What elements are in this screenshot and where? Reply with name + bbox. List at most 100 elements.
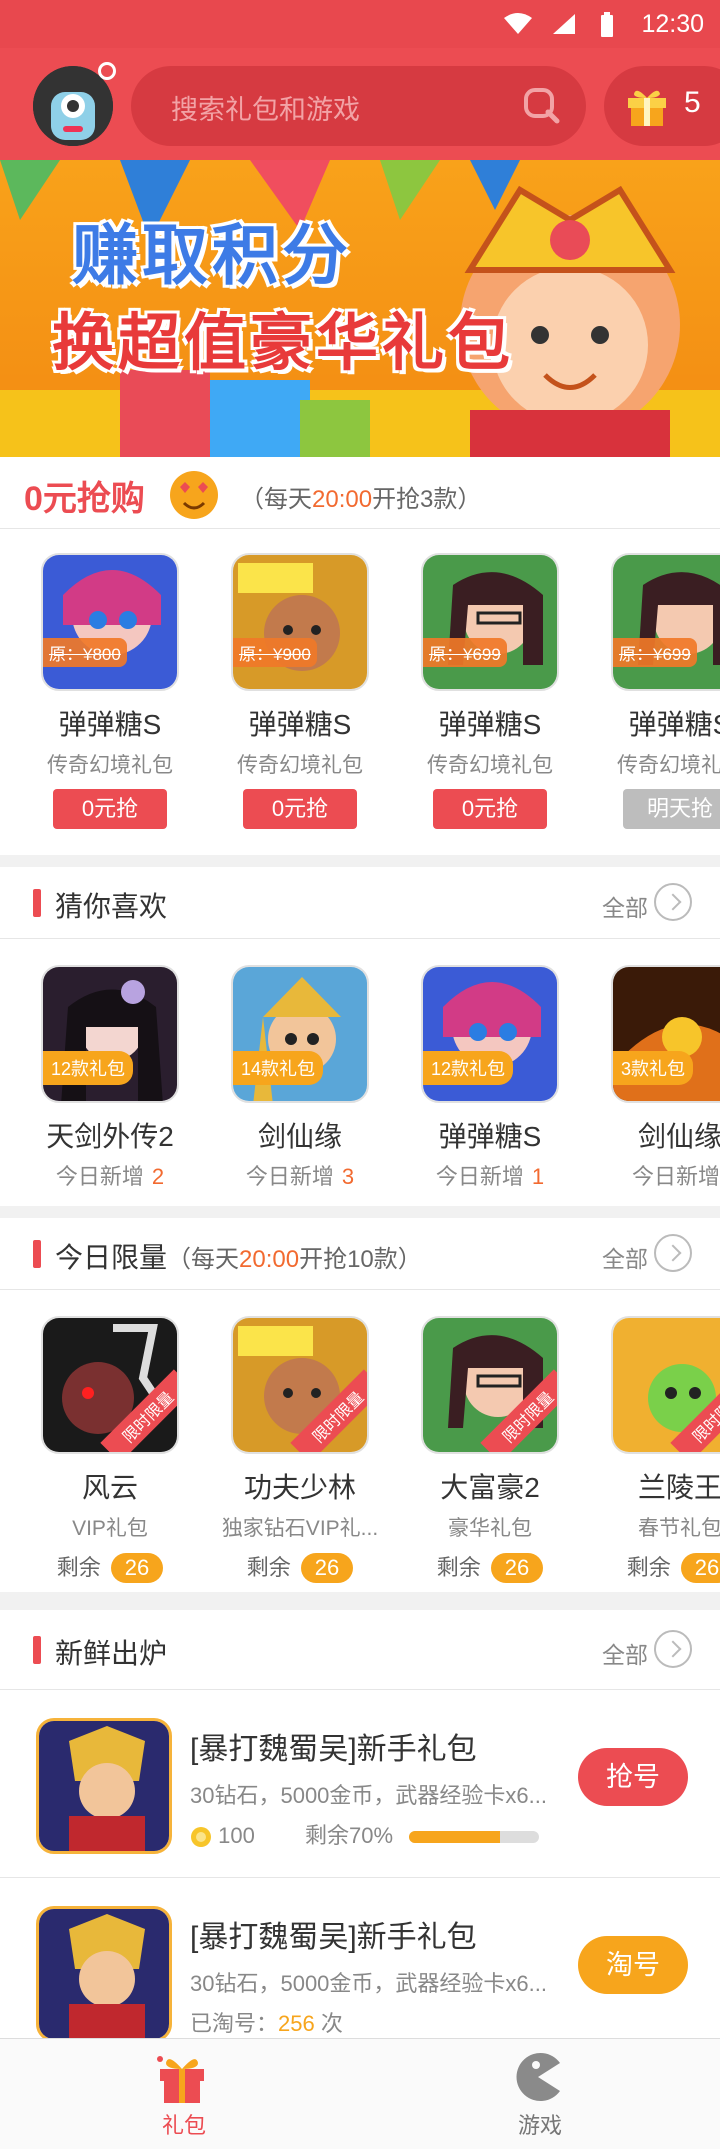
search-icon[interactable] bbox=[522, 86, 562, 126]
new-today: 今日新增 2 bbox=[55, 1164, 165, 1189]
chevron-right-icon[interactable] bbox=[654, 883, 692, 921]
zero-buy-header: 0元抢购 （每天20:00开抢3款） bbox=[0, 457, 720, 529]
game-icon: 原：¥699 bbox=[611, 553, 720, 691]
search-bar[interactable]: 搜索礼包和游戏 bbox=[131, 66, 586, 146]
taken-count: 已淘号：256 次 bbox=[190, 2011, 343, 2036]
remaining-percent: 剩余70% bbox=[304, 1823, 394, 1848]
guess-card[interactable]: 12款礼包 天剑外传2 今日新增 2 bbox=[15, 965, 205, 1191]
limited-card[interactable]: 限时限量 兰陵王 春节礼包 剩余 26 bbox=[585, 1316, 720, 1583]
game-name: 弹弹糖S bbox=[58, 709, 162, 740]
game-name: 剑仙缘 bbox=[257, 1121, 342, 1152]
remaining-count: 剩余 26 bbox=[205, 1550, 395, 1583]
gift-desc: 独家钻石VIP礼... bbox=[221, 1517, 379, 1540]
guess-card[interactable]: 12款礼包 弹弹糖S 今日新增 1 bbox=[395, 965, 585, 1191]
original-price: 原：¥900 bbox=[233, 638, 317, 667]
game-icon bbox=[36, 1718, 172, 1854]
game-icon: 原：¥699 bbox=[421, 553, 559, 691]
zero-buy-title: 0元抢购 bbox=[24, 480, 145, 518]
section-marker bbox=[33, 1636, 41, 1664]
gift-count-tag: 12款礼包 bbox=[423, 1051, 514, 1085]
pacman-icon bbox=[516, 2053, 560, 2101]
remaining-count: 剩余 26 bbox=[585, 1550, 720, 1583]
zero-buy-card[interactable]: 原：¥900 弹弹糖S 传奇幻境礼包 0元抢 bbox=[205, 553, 395, 829]
cell-signal-icon bbox=[553, 14, 575, 34]
banner-line2: 换超值豪华礼包 bbox=[52, 309, 515, 378]
game-icon: 原：¥900 bbox=[231, 553, 369, 691]
game-name: 风云 bbox=[81, 1472, 138, 1503]
view-all-link[interactable]: 全部 bbox=[602, 889, 648, 923]
gift-info: 30钻石，5000金币，武器经验卡x6... bbox=[190, 1971, 547, 1996]
tab-games[interactable]: 游戏 bbox=[440, 2039, 640, 2149]
zero-buy-card[interactable]: 原：¥699 弹弹糖S 传奇幻境礼包 0元抢 bbox=[395, 553, 585, 829]
gift-count-tag: 12款礼包 bbox=[43, 1051, 134, 1085]
game-name: 弹弹糖S bbox=[438, 709, 542, 740]
guess-card[interactable]: 14款礼包 剑仙缘 今日新增 3 bbox=[205, 965, 395, 1191]
chevron-right-icon[interactable] bbox=[654, 1630, 692, 1668]
new-today: 今日新增 bbox=[631, 1164, 720, 1189]
limited-section: 今日限量（每天20:00开抢10款） 全部 限时限量 风云 VIP礼包 剩余 26… bbox=[0, 1218, 720, 1592]
game-icon: 3款礼包 bbox=[611, 965, 720, 1103]
gift-title: [暴打魏蜀吴]新手礼包 bbox=[190, 1733, 477, 1766]
promo-banner[interactable]: 赚取积分 换超值豪华礼包 bbox=[0, 160, 720, 457]
zero-buy-card[interactable]: 原：¥800 弹弹糖S 传奇幻境礼包 0元抢 bbox=[15, 553, 205, 829]
gift-desc: 传奇幻境礼包 bbox=[617, 754, 720, 777]
limited-card[interactable]: 限时限量 功夫少林 独家钻石VIP礼... 剩余 26 bbox=[205, 1316, 395, 1583]
grab-button[interactable]: 0元抢 bbox=[433, 789, 547, 829]
search-placeholder: 搜索礼包和游戏 bbox=[171, 95, 360, 125]
remaining-count: 剩余 26 bbox=[395, 1550, 585, 1583]
heart-eyes-emoji-icon bbox=[170, 471, 218, 519]
game-icon: 限时限量 bbox=[41, 1316, 179, 1454]
points-count: 5 bbox=[684, 86, 701, 119]
game-icon: 限时限量 bbox=[421, 1316, 559, 1454]
banner-line1: 赚取积分 bbox=[72, 218, 352, 292]
new-today: 今日新增 1 bbox=[435, 1164, 545, 1189]
chevron-right-icon[interactable] bbox=[654, 1234, 692, 1272]
wifi-icon bbox=[504, 13, 532, 34]
limited-title: 今日限量（每天20:00开抢10款） bbox=[55, 1242, 422, 1273]
game-name: 弹弹糖S bbox=[628, 709, 720, 740]
status-bar: 12:30 bbox=[0, 0, 720, 48]
game-name: 弹弹糖S bbox=[438, 1121, 542, 1152]
guess-card[interactable]: 3款礼包 剑仙缘 今日新增 bbox=[585, 965, 720, 1191]
game-icon: 限时限量 bbox=[611, 1316, 720, 1454]
points-button[interactable]: 5 bbox=[604, 66, 720, 146]
gift-count-tag: 14款礼包 bbox=[233, 1051, 324, 1085]
gift-icon bbox=[628, 90, 666, 126]
game-icon: 14款礼包 bbox=[231, 965, 369, 1103]
tomorrow-button[interactable]: 明天抢 bbox=[623, 789, 720, 829]
guess-section: 猜你喜欢 全部 12款礼包 天剑外传2 今日新增 2 14款礼包 剑仙缘 今日新增… bbox=[0, 867, 720, 1206]
grab-button[interactable]: 0元抢 bbox=[53, 789, 167, 829]
original-price: 原：¥699 bbox=[613, 638, 697, 667]
gift-desc: 传奇幻境礼包 bbox=[427, 754, 553, 777]
limited-card[interactable]: 限时限量 风云 VIP礼包 剩余 26 bbox=[15, 1316, 205, 1583]
zero-buy-card[interactable]: 原：¥699 弹弹糖S 传奇幻境礼包 明天抢 bbox=[585, 553, 720, 829]
limited-card[interactable]: 限时限量 大富豪2 豪华礼包 剩余 26 bbox=[395, 1316, 585, 1583]
original-price: 原：¥800 bbox=[43, 638, 127, 667]
tab-label: 游戏 bbox=[517, 2113, 562, 2138]
notification-dot bbox=[98, 62, 116, 80]
grab-code-button[interactable]: 抢号 bbox=[578, 1748, 688, 1806]
new-today: 今日新增 3 bbox=[245, 1164, 355, 1189]
gift-desc: 春节礼包 bbox=[638, 1517, 720, 1540]
list-item[interactable]: [暴打魏蜀吴]新手礼包 30钻石，5000金币，武器经验卡x6... 100 剩… bbox=[0, 1690, 720, 1878]
section-marker bbox=[33, 889, 41, 917]
scavenge-code-button[interactable]: 淘号 bbox=[578, 1936, 688, 1994]
gift-box-icon bbox=[157, 2056, 204, 2103]
app-header: 搜索礼包和游戏 5 bbox=[0, 48, 720, 160]
remaining-progress-bar bbox=[409, 1831, 540, 1844]
view-all-link[interactable]: 全部 bbox=[602, 1636, 648, 1670]
fresh-header: 新鲜出炉 全部 bbox=[0, 1610, 720, 1690]
grab-button[interactable]: 0元抢 bbox=[243, 789, 357, 829]
coin-icon bbox=[191, 1827, 211, 1848]
tab-label: 礼包 bbox=[161, 2113, 206, 2138]
gift-count-tag: 3款礼包 bbox=[613, 1051, 694, 1085]
coin-cost: 100 bbox=[218, 1823, 255, 1848]
zero-buy-subtitle: （每天20:00开抢3款） bbox=[240, 486, 482, 513]
limited-header: 今日限量（每天20:00开抢10款） 全部 bbox=[0, 1218, 720, 1290]
game-name: 大富豪2 bbox=[440, 1472, 540, 1503]
bottom-tab-bar: 礼包 游戏 bbox=[0, 2038, 720, 2149]
view-all-link[interactable]: 全部 bbox=[602, 1240, 648, 1274]
fresh-title: 新鲜出炉 bbox=[55, 1638, 168, 1669]
tab-gift[interactable]: 礼包 bbox=[84, 2039, 284, 2149]
gift-desc: 传奇幻境礼包 bbox=[237, 754, 363, 777]
